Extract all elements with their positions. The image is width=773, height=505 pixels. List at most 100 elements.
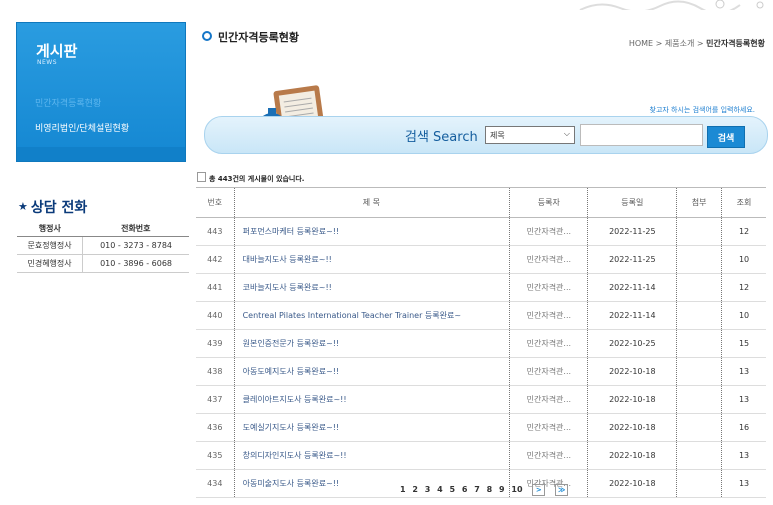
sidebar-item-private-certification[interactable]: 민간자격등록현황 (35, 96, 101, 109)
row-writer: 민간자격관... (509, 385, 588, 414)
row-number: 442 (196, 245, 235, 274)
list-icon (197, 172, 206, 182)
page-title: 민간자격등록현황 (202, 29, 299, 45)
row-title-link[interactable]: Centreal Pilates International Teacher T… (233, 301, 510, 330)
page-link[interactable]: 9 (499, 485, 505, 494)
row-attachment (676, 217, 722, 246)
row-attachment (676, 245, 722, 274)
row-attachment (676, 441, 722, 470)
contact-name: 민경혜행정사 (17, 254, 84, 273)
row-number: 434 (196, 469, 235, 498)
row-writer: 민간자격관... (509, 357, 588, 386)
row-views: 13 (721, 469, 766, 498)
row-attachment (676, 329, 722, 358)
board-title: 게시판 (36, 42, 78, 60)
table-row[interactable]: 439 원본인증전문가 등록완료~!! 민간자격관... 2022-10-25 … (196, 329, 766, 358)
row-date: 2022-11-14 (587, 301, 677, 330)
list-count-text: 총 443건의 게시물이 있습니다. (209, 175, 305, 183)
row-attachment (676, 357, 722, 386)
row-date: 2022-10-18 (587, 357, 677, 386)
row-views: 12 (721, 273, 766, 302)
row-title-link[interactable]: 대바늘지도사 등록완료~!! (233, 245, 510, 274)
row-title-link[interactable]: 퍼포먼스마케터 등록완료~!! (233, 217, 510, 246)
row-title-link[interactable]: 클레이아트지도사 등록완료~!! (233, 385, 510, 414)
table-row[interactable]: 440 Centreal Pilates International Teach… (196, 301, 766, 330)
row-title-link[interactable]: 아동도예지도사 등록완료~!! (233, 357, 510, 386)
row-views: 12 (721, 217, 766, 246)
page-link[interactable]: 1 (400, 485, 406, 494)
star-icon: ★ (18, 200, 28, 213)
search-input[interactable] (580, 124, 703, 146)
sidebar-item-nonprofit[interactable]: 비영리법인/단체설립현황 (35, 121, 129, 134)
row-writer: 민간자격관... (509, 301, 588, 330)
col-header-title: 제 목 (233, 187, 510, 218)
page-link[interactable]: 4 (437, 485, 443, 494)
page-title-text: 민간자격등록현황 (218, 31, 299, 44)
row-title-link[interactable]: 창의디자인지도사 등록완료~!! (233, 441, 510, 470)
row-views: 16 (721, 413, 766, 442)
row-writer: 민간자격관... (509, 413, 588, 442)
row-number: 438 (196, 357, 235, 386)
row-date: 2022-10-25 (587, 329, 677, 358)
row-number: 436 (196, 413, 235, 442)
breadcrumb-current: 민간자격등록현황 (706, 39, 765, 48)
contact-row: 민경혜행정사 010 - 3896 - 6068 (17, 254, 189, 273)
row-title-link[interactable]: 코바늘지도사 등록완료~!! (233, 273, 510, 302)
search-hint: 찾고자 하시는 검색어를 입력하세요. (649, 106, 756, 114)
table-row[interactable]: 437 클레이아트지도사 등록완료~!! 민간자격관... 2022-10-18… (196, 385, 766, 414)
search-button[interactable]: 검색 (707, 126, 745, 148)
page-link[interactable]: 7 (474, 485, 480, 494)
last-page-button[interactable]: ≫ (555, 484, 569, 496)
row-views: 13 (721, 357, 766, 386)
row-views: 15 (721, 329, 766, 358)
table-row[interactable]: 436 도예실기지도사 등록완료~!! 민간자격관... 2022-10-18 … (196, 413, 766, 442)
col-header-views: 조회 (721, 187, 766, 218)
row-title-link[interactable]: 원본인증전문가 등록완료~!! (233, 329, 510, 358)
row-title-link[interactable]: 도예실기지도사 등록완료~!! (233, 413, 510, 442)
page-link[interactable]: 10 (511, 485, 522, 494)
col-header-date: 등록일 (587, 187, 677, 218)
row-number: 443 (196, 217, 235, 246)
col-header-attachment: 첨부 (676, 187, 722, 218)
row-number: 435 (196, 441, 235, 470)
search-bar: 검색 Search 제목 ⌵ 검색 (204, 116, 768, 154)
page-link[interactable]: 6 (462, 485, 468, 494)
row-date: 2022-10-18 (587, 441, 677, 470)
table-row[interactable]: 438 아동도예지도사 등록완료~!! 민간자격관... 2022-10-18 … (196, 357, 766, 386)
row-date: 2022-10-18 (587, 469, 677, 498)
row-attachment (676, 469, 722, 498)
board-menu-box: 게시판 NEWS 민간자격등록현황 비영리법인/단체설립현황 (16, 22, 186, 162)
row-number: 440 (196, 301, 235, 330)
pagination: 1 2 3 4 5 6 7 8 9 10 > ≫ (400, 484, 572, 496)
row-date: 2022-10-18 (587, 413, 677, 442)
row-date: 2022-11-25 (587, 245, 677, 274)
page-link[interactable]: 8 (487, 485, 493, 494)
page-link[interactable]: 3 (425, 485, 431, 494)
page-link[interactable]: 5 (450, 485, 456, 494)
circle-bullet-icon (202, 31, 212, 41)
contact-phone: 010 - 3273 - 8784 (82, 236, 189, 255)
contact-name: 문효정행정사 (17, 236, 84, 255)
row-attachment (676, 385, 722, 414)
row-views: 13 (721, 441, 766, 470)
search-field-selected: 제목 (490, 131, 505, 140)
row-writer: 민간자격관... (509, 217, 588, 246)
list-count-note: 총 443건의 게시물이 있습니다. (197, 172, 304, 184)
row-attachment (676, 273, 722, 302)
row-number: 437 (196, 385, 235, 414)
row-date: 2022-11-25 (587, 217, 677, 246)
row-number: 439 (196, 329, 235, 358)
next-page-button[interactable]: > (532, 484, 546, 496)
table-row[interactable]: 435 창의디자인지도사 등록완료~!! 민간자격관... 2022-10-18… (196, 441, 766, 470)
table-row[interactable]: 441 코바늘지도사 등록완료~!! 민간자격관... 2022-11-14 1… (196, 273, 766, 302)
row-date: 2022-11-14 (587, 273, 677, 302)
table-row[interactable]: 442 대바늘지도사 등록완료~!! 민간자격관... 2022-11-25 1… (196, 245, 766, 274)
breadcrumb-path[interactable]: HOME > 제품소개 > (629, 39, 706, 48)
table-row[interactable]: 443 퍼포먼스마케터 등록완료~!! 민간자격관... 2022-11-25 … (196, 217, 766, 246)
page-link[interactable]: 2 (412, 485, 418, 494)
search-field-select[interactable]: 제목 ⌵ (485, 126, 575, 144)
consult-title: ★ 상담 전화 (18, 197, 87, 217)
contact-table: 행정사 전화번호 문효정행정사 010 - 3273 - 8784 민경혜행정사… (17, 221, 189, 273)
row-date: 2022-10-18 (587, 385, 677, 414)
contact-header-name: 행정사 (17, 221, 83, 237)
